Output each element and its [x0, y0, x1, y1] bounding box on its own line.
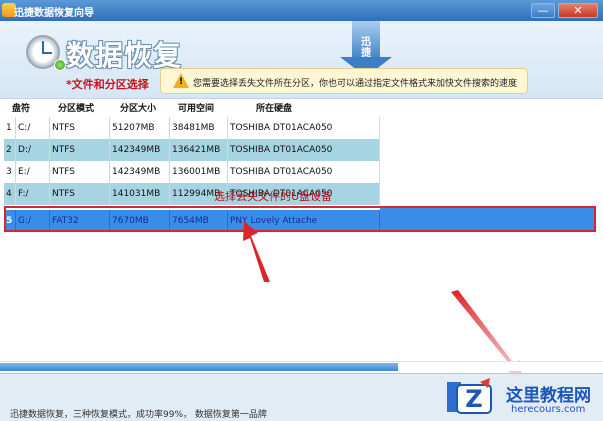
section-label: *文件和分区选择: [66, 78, 149, 91]
window-title: 迅捷数据恢复向导: [14, 8, 94, 19]
col-free[interactable]: 可用空间: [178, 101, 214, 114]
partition-table: 盘符 分区模式 分区大小 可用空间 所在硬盘 1 C:/ NTFS 51207M…: [0, 98, 603, 373]
minimize-button[interactable]: —: [531, 3, 555, 18]
table-row[interactable]: 1 C:/ NTFS 51207MB 38481MB TOSHIBA DT01A…: [4, 117, 380, 139]
hint-text: 您需要选择丢失文件所在分区，你也可以通过指定文件格式来加快文件搜索的速度: [193, 79, 518, 89]
watermark-title: 这里教程网: [506, 386, 591, 406]
watermark-subtitle: herecours.com: [511, 404, 586, 415]
col-disk[interactable]: 所在硬盘: [256, 101, 292, 114]
col-drive[interactable]: 盘符: [12, 101, 30, 114]
table-row[interactable]: 3 E:/ NTFS 142349MB 136001MB TOSHIBA DT0…: [4, 161, 380, 183]
title-bar: 迅捷数据恢复向导 — ✕: [0, 0, 603, 21]
z-logo-icon: Z: [447, 378, 492, 414]
selection-highlight-frame: [4, 206, 596, 232]
annotation-callout: 选择丢失文件的U盘设备: [214, 190, 333, 203]
scan-progress-bar: [0, 361, 603, 371]
close-button[interactable]: ✕: [558, 3, 598, 18]
recovery-badge-icon: [54, 59, 66, 71]
footer-text: 迅捷数据恢复，三种恢复模式，成功率99%， 数据恢复第一品牌: [10, 410, 267, 420]
hint-box: ! 您需要选择丢失文件所在分区，你也可以通过指定文件格式来加快文件搜索的速度: [160, 68, 528, 94]
progress-fill: [0, 363, 398, 371]
table-header: 盘符 分区模式 分区大小 可用空间 所在硬盘: [0, 99, 380, 115]
col-size[interactable]: 分区大小: [120, 101, 156, 114]
svg-text:Z: Z: [465, 385, 482, 413]
col-fs[interactable]: 分区模式: [58, 101, 94, 114]
table-row[interactable]: 2 D:/ NTFS 142349MB 136421MB TOSHIBA DT0…: [4, 139, 380, 161]
brand-badge-text: 迅捷: [361, 37, 371, 59]
